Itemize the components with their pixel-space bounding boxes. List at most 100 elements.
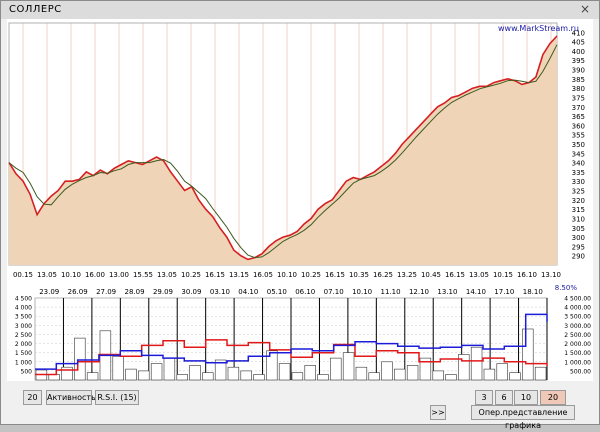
window-titlebar: СОЛЛЕРС × [1, 1, 599, 19]
price-x-tick-label: 16.05 [253, 271, 273, 279]
activity-date-label: 07.10 [324, 288, 344, 296]
activity-bar [266, 350, 278, 381]
activity-bar [112, 356, 124, 381]
price-x-tick-label: 13.10 [541, 271, 561, 279]
price-x-tick-label: 15.55 [133, 271, 153, 279]
activity-y-tick-label-left: 1 500 [15, 350, 32, 357]
activity-y-tick-label-left: 500 [21, 368, 33, 375]
activity-y-tick-label-right: 500.00 [570, 368, 591, 375]
price-x-tick-label: 10.25 [181, 271, 201, 279]
activity-bar [330, 357, 342, 381]
activity-bar [381, 361, 393, 381]
period-10d-button[interactable]: 10 дн. [514, 390, 538, 415]
activity-bar [138, 370, 150, 381]
activity-bar [61, 366, 73, 381]
price-y-tick-label: 390 [572, 67, 585, 75]
activity-bar [227, 366, 240, 381]
price-x-tick-label: 16.25 [373, 271, 393, 279]
period-20d-button[interactable]: 20 дн. [540, 390, 566, 415]
activity-y-tick-label-left: 1 000 [15, 359, 32, 366]
activity-bar [202, 372, 214, 381]
activity-date-label: 13.10 [437, 288, 457, 296]
activity-bar [317, 374, 329, 381]
activity-date-label: 29.09 [153, 288, 173, 296]
activity-date-label: 05.10 [267, 288, 287, 296]
period-number-button[interactable]: 20 [23, 390, 42, 405]
activity-bar [394, 368, 406, 381]
activity-bar [163, 357, 176, 381]
activity-y-tick-label-right: 4 500.00 [564, 296, 591, 303]
price-y-tick-label: 380 [572, 85, 585, 93]
price-y-tick-label: 375 [572, 94, 585, 102]
price-x-tick-label: 13.25 [397, 271, 417, 279]
operative-view-button[interactable]: Опер.представление графика [471, 405, 575, 430]
activity-bar [291, 372, 304, 381]
price-y-tick-label: 300 [572, 234, 585, 242]
activity-date-label: 17.10 [494, 288, 514, 296]
close-icon[interactable]: × [577, 3, 593, 16]
price-x-tick-label: 13.05 [157, 271, 177, 279]
activity-bar [86, 372, 99, 381]
activity-date-label: 14.10 [466, 288, 486, 296]
activity-date-label: 03.10 [210, 288, 230, 296]
activity-bar [304, 365, 316, 381]
price-x-tick-label: 13.05 [37, 271, 57, 279]
price-y-tick-label: 360 [572, 122, 585, 130]
rsi-button[interactable]: R.S.I. (15) [95, 390, 139, 405]
activity-bar [534, 366, 547, 381]
price-x-tick-label: 16.10 [517, 271, 537, 279]
period-6d-button[interactable]: 6 дн. [495, 390, 513, 415]
price-y-tick-label: 400 [572, 48, 585, 56]
activity-y-tick-label-left: 4 000 [15, 305, 32, 312]
activity-y-tick-label-right: 2 000.00 [564, 341, 591, 348]
activity-bar [342, 352, 355, 381]
activity-y-tick-label-right: 2 500.00 [564, 332, 591, 339]
activity-bar [496, 363, 508, 381]
activity-chart: 4 500 4 000 3 500 3 000 2 500 2 000 1 500 1 000… [7, 284, 593, 381]
period-3d-button[interactable]: 3 дн. [475, 390, 493, 415]
price-chart: 2902953003053103153203253303353403453503… [7, 19, 593, 285]
activity-bar [278, 363, 291, 381]
activity-date-label: 30.09 [181, 288, 201, 296]
activity-bar [253, 374, 265, 381]
price-y-tick-label: 310 [572, 215, 585, 223]
activity-bar [470, 346, 483, 381]
activity-bar [74, 337, 86, 381]
activity-date-label: 27.09 [96, 288, 116, 296]
price-y-tick-label: 370 [572, 104, 585, 112]
price-y-tick-label: 345 [572, 150, 585, 158]
price-x-tick-label: 10.35 [349, 271, 369, 279]
price-x-tick-label: 16.15 [205, 271, 225, 279]
price-y-tick-label: 355 [572, 132, 585, 140]
activity-bar [125, 368, 137, 381]
activity-date-label: 10.10 [352, 288, 372, 296]
activity-bar [240, 370, 252, 381]
price-x-tick-label: 00.15 [13, 271, 33, 279]
activity-date-label: 06.10 [295, 288, 315, 296]
activity-bar [368, 372, 380, 381]
price-x-tick-label: 10.10 [277, 271, 297, 279]
price-y-tick-label: 290 [572, 253, 585, 261]
activity-bar [189, 365, 201, 381]
price-y-tick-label: 320 [572, 197, 585, 205]
activity-y-tick-label-left: 2 000 [15, 341, 32, 348]
activity-date-label: 11.10 [381, 288, 401, 296]
percent-label: 8.50% [555, 284, 578, 292]
price-x-tick-label: 10.45 [421, 271, 441, 279]
activity-date-label: 18.10 [523, 288, 543, 296]
activity-bar [150, 363, 163, 381]
activity-y-tick-label-right: 1 500.00 [564, 350, 591, 357]
price-x-tick-label: 13.15 [229, 271, 249, 279]
price-y-tick-label: 325 [572, 188, 585, 196]
activity-bar [48, 374, 60, 381]
price-y-tick-label: 340 [572, 160, 585, 168]
activity-y-tick-label-right: 3 500.00 [564, 314, 591, 321]
activity-button[interactable]: Активность [46, 390, 96, 405]
price-y-tick-label: 305 [572, 225, 585, 233]
activity-date-label: 26.09 [68, 288, 88, 296]
activity-bar [445, 374, 457, 381]
window-title: СОЛЛЕРС [9, 4, 62, 15]
price-y-tick-label: 315 [572, 206, 585, 214]
price-y-tick-label: 395 [572, 57, 585, 65]
scroll-forward-button[interactable]: >> [430, 405, 446, 420]
